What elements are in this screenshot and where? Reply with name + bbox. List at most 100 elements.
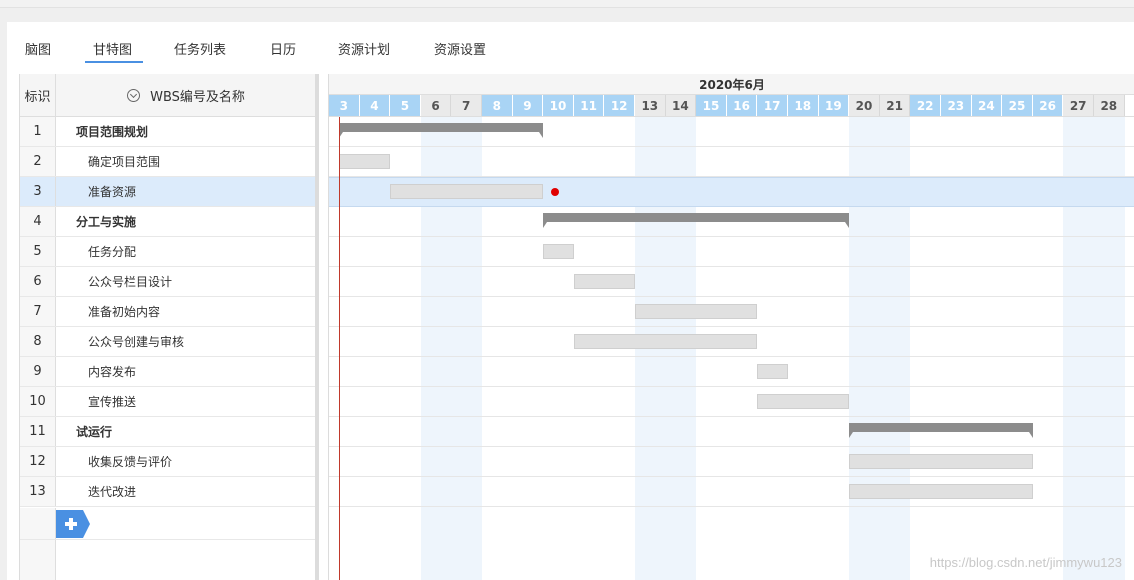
day-cell: 24 bbox=[971, 95, 1003, 116]
task-row-id: 6 bbox=[20, 267, 56, 296]
main-panel: 脑图 甘特图 任务列表 日历 资源计划 资源设置 标识 WBS编号及名称 1 项目范围规划 2… bbox=[7, 22, 1134, 580]
day-cell: 7 bbox=[451, 95, 482, 116]
add-task-row bbox=[20, 508, 316, 540]
day-cell: 17 bbox=[757, 95, 788, 116]
day-cell: 26 bbox=[1032, 95, 1064, 116]
task-bar[interactable] bbox=[849, 454, 1033, 469]
summary-bar[interactable] bbox=[339, 123, 544, 138]
task-row-id: 5 bbox=[20, 237, 56, 266]
summary-bar[interactable] bbox=[849, 423, 1033, 438]
collapse-all-icon[interactable] bbox=[127, 89, 141, 102]
gantt-row[interactable] bbox=[329, 417, 1134, 447]
task-row-id: 12 bbox=[20, 447, 56, 476]
task-row[interactable]: 1 项目范围规划 bbox=[20, 117, 316, 147]
day-cell: 8 bbox=[482, 95, 513, 116]
tab-1[interactable]: 甘特图 bbox=[93, 39, 132, 58]
day-cell: 23 bbox=[941, 95, 972, 116]
day-cell: 22 bbox=[910, 95, 941, 116]
task-row-name[interactable]: 准备资源 bbox=[88, 177, 136, 206]
task-row-name[interactable]: 分工与实施 bbox=[76, 207, 136, 236]
task-bar[interactable] bbox=[757, 394, 850, 409]
task-row[interactable]: 13 迭代改进 bbox=[20, 477, 316, 507]
task-bar[interactable] bbox=[635, 304, 758, 319]
gantt-chart: 2020年6月 3 4 5 6 7 8 9 10 11 12 13 14 15 16 17 18 19 20 21 2… bbox=[328, 74, 1134, 580]
task-row[interactable]: 3 准备资源 bbox=[20, 177, 316, 207]
task-row[interactable]: 12 收集反馈与评价 bbox=[20, 447, 316, 477]
task-bar[interactable] bbox=[543, 244, 574, 259]
task-row[interactable]: 7 准备初始内容 bbox=[20, 297, 316, 327]
gantt-row[interactable] bbox=[329, 207, 1134, 237]
day-cell: 12 bbox=[604, 95, 635, 116]
gantt-row[interactable] bbox=[329, 147, 1134, 177]
task-bar[interactable] bbox=[573, 274, 635, 289]
task-row-name[interactable]: 公众号栏目设计 bbox=[88, 267, 172, 296]
task-row-name[interactable]: 准备初始内容 bbox=[88, 297, 160, 326]
day-cell: 16 bbox=[726, 95, 758, 116]
tab-5[interactable]: 资源设置 bbox=[434, 39, 486, 58]
tab-4[interactable]: 资源计划 bbox=[338, 39, 390, 58]
day-cell: 27 bbox=[1063, 95, 1094, 116]
task-row[interactable]: 5 任务分配 bbox=[20, 237, 316, 267]
summary-bar[interactable] bbox=[543, 213, 850, 228]
task-bar[interactable] bbox=[390, 184, 544, 199]
task-bar[interactable] bbox=[757, 364, 788, 379]
gantt-row[interactable] bbox=[329, 117, 1134, 147]
task-row-name[interactable]: 确定项目范围 bbox=[88, 147, 160, 176]
month-header: 2020年6月 bbox=[329, 74, 1134, 95]
header-name-col[interactable]: WBS编号及名称 bbox=[56, 74, 316, 117]
add-task-button[interactable] bbox=[56, 510, 90, 538]
gantt-row[interactable] bbox=[329, 357, 1134, 387]
gantt-row[interactable] bbox=[329, 267, 1134, 297]
task-row-name[interactable]: 宣传推送 bbox=[88, 387, 136, 416]
tab-3[interactable]: 日历 bbox=[270, 39, 296, 58]
day-cell: 15 bbox=[696, 95, 727, 116]
task-row[interactable]: 11 试运行 bbox=[20, 417, 316, 447]
task-row-name[interactable]: 任务分配 bbox=[88, 237, 136, 266]
day-cell: 6 bbox=[420, 95, 452, 116]
task-row-name[interactable]: 项目范围规划 bbox=[76, 117, 148, 146]
task-row[interactable]: 6 公众号栏目设计 bbox=[20, 267, 316, 297]
task-row-id: 9 bbox=[20, 357, 56, 386]
day-cell: 13 bbox=[635, 95, 666, 116]
task-row-id: 2 bbox=[20, 147, 56, 176]
day-cell: 21 bbox=[879, 95, 911, 116]
task-bar[interactable] bbox=[849, 484, 1033, 499]
tab-0[interactable]: 脑图 bbox=[25, 39, 51, 58]
task-grid-header: 标识 WBS编号及名称 bbox=[20, 74, 316, 117]
task-row-name[interactable]: 迭代改进 bbox=[88, 477, 136, 506]
header-name: WBS编号及名称 bbox=[150, 90, 245, 105]
gantt-row[interactable] bbox=[329, 387, 1134, 417]
task-row-name[interactable]: 内容发布 bbox=[88, 357, 136, 386]
day-cell: 5 bbox=[390, 95, 421, 116]
task-row-id: 4 bbox=[20, 207, 56, 236]
top-strip bbox=[0, 0, 1134, 8]
task-row-name[interactable]: 收集反馈与评价 bbox=[88, 447, 172, 476]
task-row[interactable]: 9 内容发布 bbox=[20, 357, 316, 387]
day-cell: 20 bbox=[849, 95, 880, 116]
day-cell: 18 bbox=[788, 95, 819, 116]
tab-2[interactable]: 任务列表 bbox=[174, 39, 226, 58]
task-row[interactable]: 4 分工与实施 bbox=[20, 207, 316, 237]
task-row-name[interactable]: 公众号创建与审核 bbox=[88, 327, 184, 356]
task-row[interactable]: 8 公众号创建与审核 bbox=[20, 327, 316, 357]
task-row[interactable]: 10 宣传推送 bbox=[20, 387, 316, 417]
active-tab-underline bbox=[85, 61, 143, 63]
task-row-id: 13 bbox=[20, 477, 56, 506]
view-tabs: 脑图 甘特图 任务列表 日历 资源计划 资源设置 bbox=[7, 22, 1134, 70]
task-row-id: 3 bbox=[20, 177, 56, 206]
task-row-id: 8 bbox=[20, 327, 56, 356]
day-cell: 14 bbox=[665, 95, 697, 116]
header-id: 标识 bbox=[20, 74, 56, 117]
plus-icon bbox=[56, 510, 90, 538]
day-cell: 3 bbox=[329, 95, 360, 116]
task-bar[interactable] bbox=[573, 334, 758, 349]
task-bar[interactable] bbox=[339, 154, 391, 169]
task-row[interactable]: 2 确定项目范围 bbox=[20, 147, 316, 177]
task-row-name[interactable]: 试运行 bbox=[76, 417, 112, 446]
task-grid: 标识 WBS编号及名称 1 项目范围规划 2 确定项目范围 3 准备资源 4 分工与实施 5 任务… bbox=[19, 74, 316, 580]
task-row-id: 10 bbox=[20, 387, 56, 416]
gantt-row[interactable] bbox=[329, 237, 1134, 267]
task-row-id: 7 bbox=[20, 297, 56, 326]
pane-splitter[interactable] bbox=[315, 74, 319, 580]
watermark: https://blog.csdn.net/jimmywu123 bbox=[929, 555, 1122, 570]
